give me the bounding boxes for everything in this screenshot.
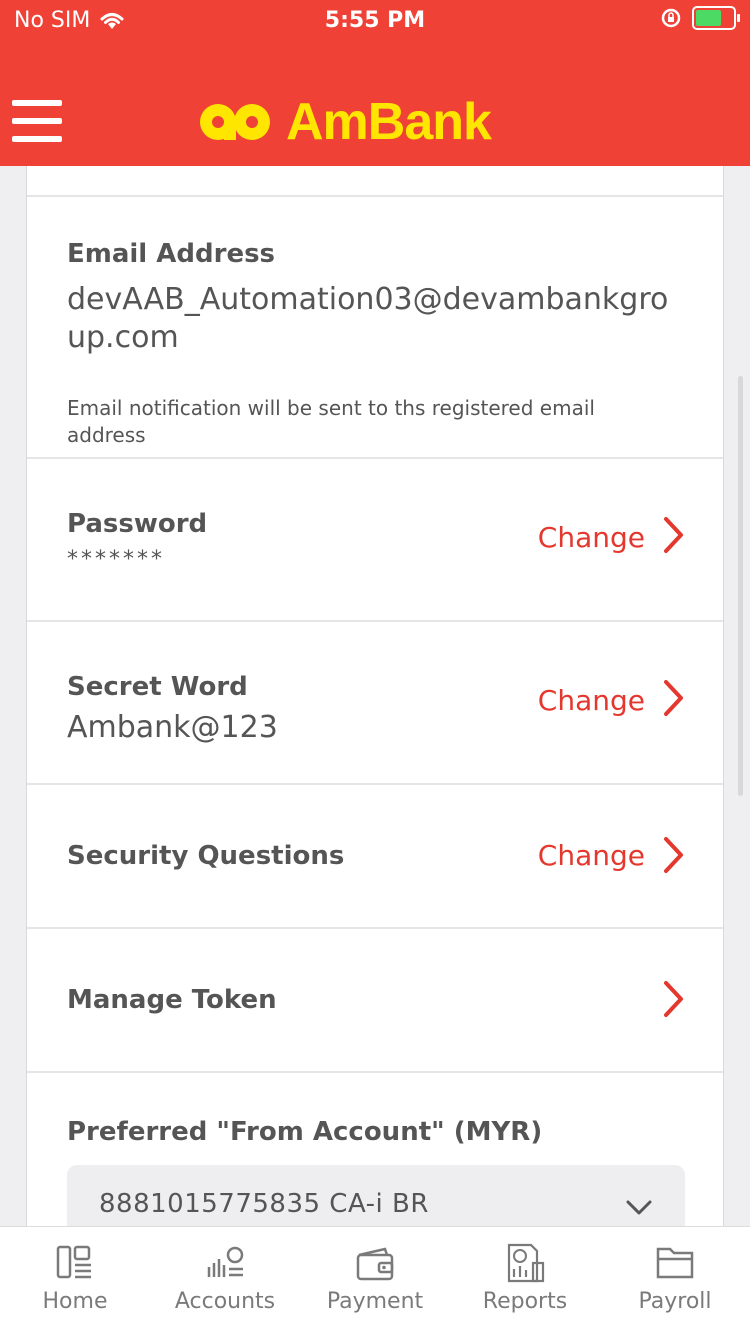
manage-token-row[interactable]: Manage Token xyxy=(27,929,723,1073)
change-security-questions-link[interactable]: Change xyxy=(538,839,645,872)
profile-settings-card: Email Address devAAB_Automation03@devamb… xyxy=(26,166,724,1226)
manage-token-label: Manage Token xyxy=(67,985,277,1015)
rotation-lock-icon xyxy=(661,8,681,28)
security-questions-label: Security Questions xyxy=(67,841,345,871)
secret-word-value: Ambank@123 xyxy=(67,710,278,745)
menu-bar xyxy=(12,118,62,124)
chevron-right-icon[interactable] xyxy=(661,678,687,718)
scroll-indicator[interactable] xyxy=(738,376,743,796)
email-value: devAAB_Automation03@devambankgroup.com xyxy=(67,282,669,355)
tab-accounts-label: Accounts xyxy=(174,1289,276,1314)
password-value: ******* xyxy=(67,547,165,572)
preferred-account-row: Preferred "From Account" (MYR) 888101577… xyxy=(27,1073,723,1226)
tab-reports-label: Reports xyxy=(482,1289,568,1314)
folder-icon xyxy=(656,1247,694,1279)
password-row[interactable]: Password ******* Change xyxy=(27,459,723,622)
menu-bar xyxy=(12,136,62,142)
battery-icon xyxy=(692,6,740,30)
tab-payment-label: Payment xyxy=(326,1289,424,1314)
preferred-account-label: Preferred "From Account" (MYR) xyxy=(67,1117,543,1147)
chevron-right-icon[interactable] xyxy=(661,515,687,555)
change-secret-word-link[interactable]: Change xyxy=(538,684,645,717)
email-label: Email Address xyxy=(67,239,276,269)
chevron-right-icon[interactable] xyxy=(661,835,687,875)
status-time: 5:55 PM xyxy=(324,8,426,33)
secret-word-row[interactable]: Secret Word Ambank@123 Change xyxy=(27,622,723,785)
tab-payroll[interactable]: Payroll xyxy=(600,1227,750,1334)
status-indicators xyxy=(660,6,740,30)
home-icon xyxy=(56,1245,91,1279)
tab-home-label: Home xyxy=(42,1289,108,1314)
tab-home[interactable]: Home xyxy=(0,1227,150,1334)
brand-name: AmBank xyxy=(286,93,492,151)
reports-icon xyxy=(507,1243,545,1283)
accounts-icon xyxy=(207,1246,244,1277)
menu-button[interactable] xyxy=(12,100,62,142)
email-address-row: Email Address devAAB_Automation03@devamb… xyxy=(27,197,723,459)
brand-logo: AmBank xyxy=(196,92,492,152)
preferred-account-value: 8881015775835 CA-i BR xyxy=(99,1189,429,1219)
tab-reports[interactable]: Reports xyxy=(450,1227,600,1334)
secret-word-label: Secret Word xyxy=(67,672,248,702)
security-questions-row[interactable]: Security Questions Change xyxy=(27,785,723,929)
menu-bar xyxy=(12,100,62,106)
previous-row-fragment xyxy=(27,166,723,197)
change-password-link[interactable]: Change xyxy=(538,521,645,554)
chevron-right-icon[interactable] xyxy=(661,979,687,1019)
wallet-icon xyxy=(356,1247,394,1281)
email-note: Email notification will be sent to ths r… xyxy=(67,396,595,447)
preferred-account-select[interactable]: 8881015775835 CA-i BR xyxy=(67,1165,685,1226)
tab-payment[interactable]: Payment xyxy=(300,1227,450,1334)
ambank-logo-icon xyxy=(200,104,270,140)
tab-accounts[interactable]: Accounts xyxy=(150,1227,300,1334)
app-header: No SIM 5:55 PM AmBank xyxy=(0,0,750,166)
tab-payroll-label: Payroll xyxy=(638,1289,712,1314)
password-label: Password xyxy=(67,509,208,539)
bottom-tab-bar: Home Accounts Payment Reports Payroll xyxy=(0,1226,750,1334)
status-bar: No SIM 5:55 PM xyxy=(0,0,750,42)
chevron-down-icon xyxy=(626,1200,652,1215)
